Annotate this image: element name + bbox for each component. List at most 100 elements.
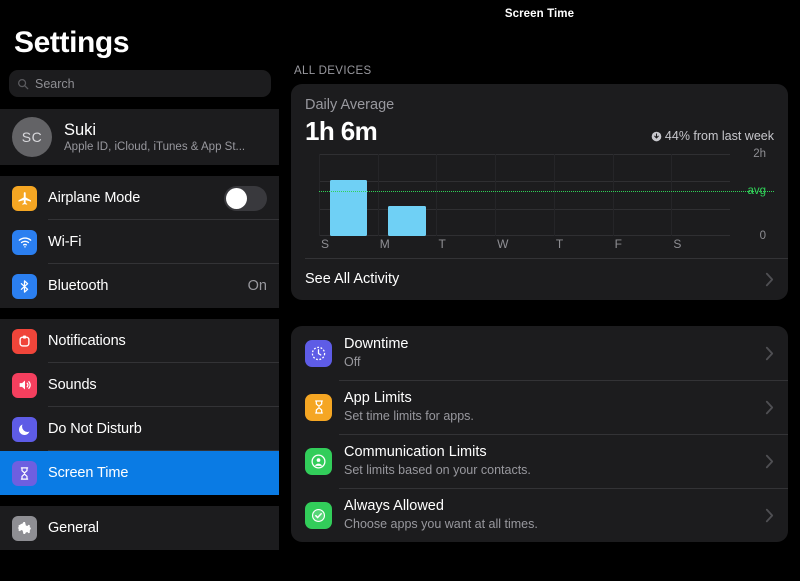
search-placeholder: Search: [35, 76, 75, 91]
nav-bar-title: Screen Time: [504, 8, 575, 20]
search-icon: [18, 78, 29, 89]
avatar-initials: SC: [21, 129, 43, 145]
day-label: F: [614, 237, 622, 251]
chart-bar-monday: [388, 206, 426, 236]
weekly-usage-chart: 2h avg 0: [319, 148, 774, 242]
bar-slot: [378, 154, 437, 236]
screen-time-detail-panel: Screen Time ALL DEVICES Daily Average 1h…: [279, 0, 800, 581]
day-label: W: [497, 237, 509, 251]
profile-subtitle: Apple ID, iCloud, iTunes & App St...: [64, 140, 246, 153]
sidebar-item-label: Sounds: [48, 377, 97, 393]
system-group: Notifications Sounds Do Not Disturb Scre…: [0, 319, 279, 495]
bar-slot: [613, 154, 672, 236]
account-group: SC Suki Apple ID, iCloud, iTunes & App S…: [0, 109, 279, 165]
sidebar-item-label: Do Not Disturb: [48, 421, 142, 437]
sidebar-item-screen-time[interactable]: Screen Time: [0, 451, 279, 495]
see-all-activity-label: See All Activity: [305, 271, 400, 287]
divider: [339, 488, 788, 489]
chart-bars: [319, 154, 730, 236]
sidebar-item-general[interactable]: General: [0, 506, 279, 550]
daily-average-value: 1h 6m: [305, 116, 378, 146]
divider: [339, 434, 788, 435]
bar-slot: [436, 154, 495, 236]
day-label: M: [379, 237, 390, 251]
person-circle-icon: [305, 447, 332, 475]
sidebar-item-apple-id[interactable]: SC Suki Apple ID, iCloud, iTunes & App S…: [0, 109, 279, 165]
axis-label-min: 0: [759, 230, 766, 242]
daily-average-card: Daily Average 1h 6m 44% from last week 2…: [291, 84, 788, 300]
sidebar-item-notifications[interactable]: Notifications: [0, 319, 279, 363]
bluetooth-status-value: On: [247, 278, 267, 294]
divider: [305, 258, 788, 259]
chevron-right-icon: [765, 454, 774, 468]
sidebar-item-do-not-disturb[interactable]: Do Not Disturb: [0, 407, 279, 451]
sidebar-item-wifi[interactable]: Wi-Fi: [0, 220, 279, 264]
sidebar-item-label: Airplane Mode: [48, 190, 141, 206]
divider: [0, 308, 279, 319]
day-label: S: [321, 237, 330, 251]
chart-bar-sunday: [329, 179, 368, 236]
chevron-right-icon: [765, 346, 774, 360]
divider: [0, 165, 279, 176]
feature-subtitle: Choose apps you want at all times.: [344, 517, 538, 531]
average-line-label: avg: [747, 184, 766, 197]
axis-label-max: 2h: [753, 148, 766, 160]
page-title: Settings: [14, 26, 130, 59]
settings-app-window: Settings Search SC Suki Apple ID, iCloud…: [0, 0, 800, 581]
sidebar-item-label: General: [48, 520, 99, 536]
feature-row-app-limits[interactable]: App Limits Set time limits for apps.: [291, 380, 788, 434]
section-header-all-devices: ALL DEVICES: [294, 65, 372, 77]
feature-title: Communication Limits: [344, 444, 487, 460]
search-input[interactable]: Search: [9, 70, 271, 97]
downtime-clock-icon: [305, 339, 332, 367]
day-label: S: [673, 237, 682, 251]
feature-row-communication-limits[interactable]: Communication Limits Set limits based on…: [291, 434, 788, 488]
bluetooth-icon: [12, 273, 37, 299]
feature-title: Always Allowed: [344, 498, 444, 514]
feature-title: Downtime: [344, 336, 409, 352]
feature-row-downtime[interactable]: Downtime Off: [291, 326, 788, 380]
feature-subtitle: Set limits based on your contacts.: [344, 463, 531, 477]
sidebar-item-airplane-mode[interactable]: Airplane Mode: [0, 176, 279, 220]
sidebar-item-sounds[interactable]: Sounds: [0, 363, 279, 407]
wifi-icon: [12, 229, 37, 255]
sidebar-item-label: Screen Time: [48, 465, 129, 481]
settings-sidebar: Settings Search SC Suki Apple ID, iCloud…: [0, 0, 279, 581]
divider: [339, 380, 788, 381]
gear-icon: [12, 515, 37, 541]
sidebar-item-label: Wi-Fi: [48, 234, 82, 250]
chevron-right-icon: [765, 508, 774, 522]
sounds-icon: [12, 372, 37, 398]
airplane-mode-toggle[interactable]: [224, 185, 267, 211]
airplane-icon: [12, 185, 37, 211]
notifications-icon: [12, 328, 37, 354]
profile-name: Suki: [64, 120, 97, 139]
chart-day-labels: S M T W T F S: [319, 237, 730, 251]
feature-row-always-allowed[interactable]: Always Allowed Choose apps you want at a…: [291, 488, 788, 542]
checkmark-badge-icon: [305, 501, 332, 529]
bar-slot: [554, 154, 613, 236]
moon-icon: [12, 416, 37, 442]
feature-title: App Limits: [344, 390, 412, 406]
search-container: Search: [0, 70, 279, 109]
toggle-knob: [226, 187, 247, 209]
weekly-change-indicator: 44% from last week: [651, 129, 774, 148]
bar-slot: [671, 154, 730, 236]
general-group: General: [0, 506, 279, 550]
chevron-right-icon: [765, 272, 774, 286]
sidebar-item-label: Notifications: [48, 333, 126, 349]
see-all-activity-row[interactable]: See All Activity: [291, 258, 788, 300]
hourglass-icon: [12, 460, 37, 486]
daily-average-label: Daily Average: [305, 97, 395, 113]
sidebar-item-bluetooth[interactable]: Bluetooth On: [0, 264, 279, 308]
average-line: [319, 190, 774, 192]
bar-slot: [495, 154, 554, 236]
chevron-right-icon: [765, 400, 774, 414]
arrow-down-circle-icon: [651, 131, 662, 141]
screen-time-features-card: Downtime Off App Limits Set time limits …: [291, 326, 788, 542]
connectivity-group: Airplane Mode Wi-Fi Bluetooth On: [0, 176, 279, 308]
avatar: SC: [12, 117, 52, 157]
feature-subtitle: Off: [344, 355, 361, 369]
bar-slot: [319, 154, 378, 236]
divider: [0, 495, 279, 506]
